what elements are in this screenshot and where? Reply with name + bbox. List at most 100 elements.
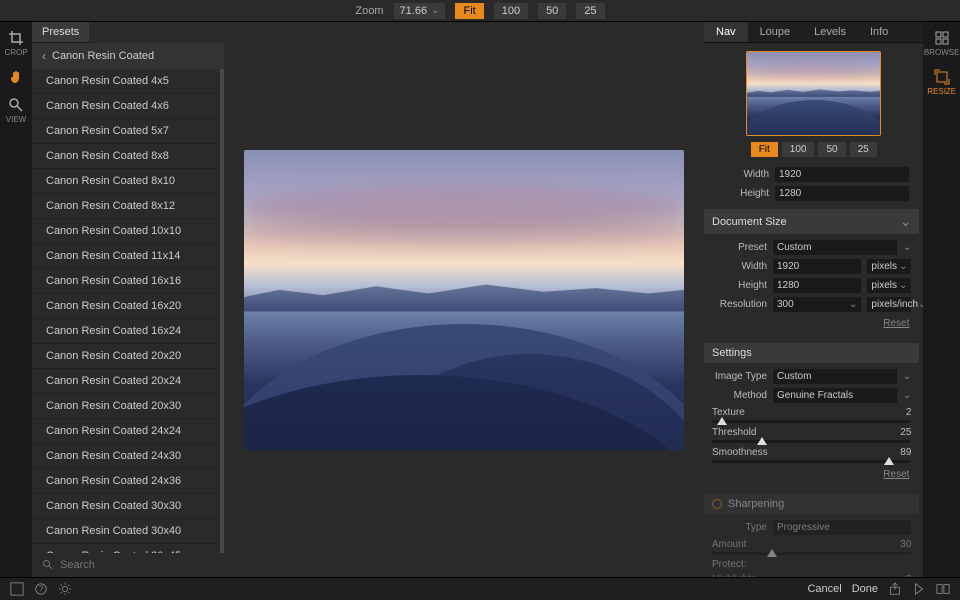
preset-item[interactable]: Canon Resin Coated 8x8 [32,144,220,169]
height-unit-dropdown[interactable]: pixels⌄ [867,278,911,293]
threshold-value: 25 [900,427,911,438]
svg-text:?: ? [39,585,44,594]
zoom-value-dropdown[interactable]: 71.66⌄ [394,3,446,19]
preset-item[interactable]: Canon Resin Coated 30x45 [32,544,220,553]
threshold-slider[interactable] [712,440,911,443]
presets-panel: Presets ‹ Canon Resin Coated Canon Resin… [32,22,224,577]
preset-search [32,553,224,577]
share-icon[interactable] [888,582,902,596]
nav-thumbnail[interactable] [746,51,881,136]
preset-item[interactable]: Canon Resin Coated 8x10 [32,169,220,194]
preset-item[interactable]: Canon Resin Coated 11x14 [32,244,220,269]
preset-item[interactable]: Canon Resin Coated 5x7 [32,119,220,144]
bottom-bar: ? Cancel Done [0,577,960,600]
pan-tool[interactable] [8,69,24,85]
browse-tool[interactable]: BROWSE [924,30,960,57]
preset-item[interactable]: Canon Resin Coated 8x12 [32,194,220,219]
grid-icon[interactable] [10,582,24,596]
resize-icon [934,69,950,85]
preset-item[interactable]: Canon Resin Coated 30x30 [32,494,220,519]
search-input[interactable] [60,559,214,571]
smooth-value: 89 [900,447,911,458]
presets-category: Canon Resin Coated [52,50,154,62]
tab-info[interactable]: Info [858,22,900,42]
search-icon [42,559,54,571]
preset-item[interactable]: Canon Resin Coated 24x24 [32,419,220,444]
crop-icon [8,30,24,46]
navigator: Fit 100 50 25 [704,43,923,165]
docsize-reset[interactable]: Reset [883,318,909,329]
preset-item[interactable]: Canon Resin Coated 30x40 [32,519,220,544]
preset-item[interactable]: Canon Resin Coated 24x30 [32,444,220,469]
tab-loupe[interactable]: Loupe [748,22,803,42]
chevron-down-icon: ⌄ [903,371,911,382]
height-field[interactable]: 1280 [773,278,861,293]
nav-width-label: Width [714,169,769,180]
settings-section: Settings Image TypeCustom⌄ MethodGenuine… [704,343,919,488]
texture-slider[interactable] [712,420,911,423]
zoom-50-button[interactable]: 50 [538,3,566,19]
right-tool-strip: BROWSE RESIZE [923,22,960,577]
sharpening-header[interactable]: Sharpening [704,494,919,514]
enable-ring-icon[interactable] [712,499,722,509]
right-tabs: Nav Loupe Levels Info [704,22,923,43]
nav-zoom-fit[interactable]: Fit [751,142,778,157]
tab-nav[interactable]: Nav [704,22,748,42]
preset-item[interactable]: Canon Resin Coated 20x20 [32,344,220,369]
preset-item[interactable]: Canon Resin Coated 16x20 [32,294,220,319]
preset-item[interactable]: Canon Resin Coated 20x30 [32,394,220,419]
texture-value: 2 [906,407,912,418]
crop-tool[interactable]: CROP [4,30,27,57]
resolution-field[interactable]: 300⌄ [773,297,861,312]
method-dropdown[interactable]: Genuine Fractals [773,388,897,403]
nav-zoom-100[interactable]: 100 [782,142,815,157]
zoom-fit-button[interactable]: Fit [455,3,483,19]
view-tool[interactable]: VIEW [6,97,26,124]
document-size-section: Document Size⌄ PresetCustom⌄ Width1920pi… [704,209,919,337]
preset-item[interactable]: Canon Resin Coated 16x16 [32,269,220,294]
compare-icon[interactable] [936,582,950,596]
sharpening-section: Sharpening TypeProgressive Amount30 Prot… [704,494,919,577]
zoom-label: Zoom [355,5,383,17]
left-tool-strip: CROP VIEW [0,22,32,577]
amount-slider[interactable] [712,552,911,555]
zoom-100-button[interactable]: 100 [494,3,528,19]
preset-item[interactable]: Canon Resin Coated 20x24 [32,369,220,394]
magnify-icon [8,97,24,113]
smooth-slider[interactable] [712,460,911,463]
preset-list[interactable]: Canon Resin Coated 4x5Canon Resin Coated… [32,69,224,553]
tab-levels[interactable]: Levels [802,22,858,42]
preset-item[interactable]: Canon Resin Coated 24x36 [32,469,220,494]
gear-icon[interactable] [58,582,72,596]
hand-icon [8,69,24,85]
width-field[interactable]: 1920 [773,259,861,274]
zoom-25-button[interactable]: 25 [576,3,604,19]
chevron-down-icon: ⌄ [431,5,439,16]
settings-reset[interactable]: Reset [883,469,909,480]
preset-item[interactable]: Canon Resin Coated 16x24 [32,319,220,344]
canvas[interactable] [224,22,704,577]
help-icon[interactable]: ? [34,582,48,596]
preset-item[interactable]: Canon Resin Coated 10x10 [32,219,220,244]
nav-width-value[interactable]: 1920 [775,167,909,182]
nav-height-value[interactable]: 1280 [775,186,909,201]
chevron-left-icon: ‹ [42,49,46,63]
width-unit-dropdown[interactable]: pixels⌄ [867,259,911,274]
nav-zoom-50[interactable]: 50 [818,142,845,157]
resolution-unit-dropdown[interactable]: pixels/inch⌄ [867,297,911,312]
document-size-header[interactable]: Document Size⌄ [704,209,919,234]
sharpen-type-dropdown[interactable]: Progressive [773,520,911,535]
preset-item[interactable]: Canon Resin Coated 4x5 [32,69,220,94]
right-sidebar: Nav Loupe Levels Info Fit 100 50 2 [704,22,923,577]
preset-dropdown[interactable]: Custom [773,240,897,255]
next-icon[interactable] [912,582,926,596]
settings-header[interactable]: Settings [704,343,919,363]
done-button[interactable]: Done [852,583,878,595]
presets-tab[interactable]: Presets [32,22,89,43]
cancel-button[interactable]: Cancel [807,583,841,595]
imagetype-dropdown[interactable]: Custom [773,369,897,384]
preset-item[interactable]: Canon Resin Coated 4x6 [32,94,220,119]
presets-back[interactable]: ‹ Canon Resin Coated [32,43,224,69]
nav-zoom-25[interactable]: 25 [850,142,877,157]
resize-tool[interactable]: RESIZE [927,69,956,96]
